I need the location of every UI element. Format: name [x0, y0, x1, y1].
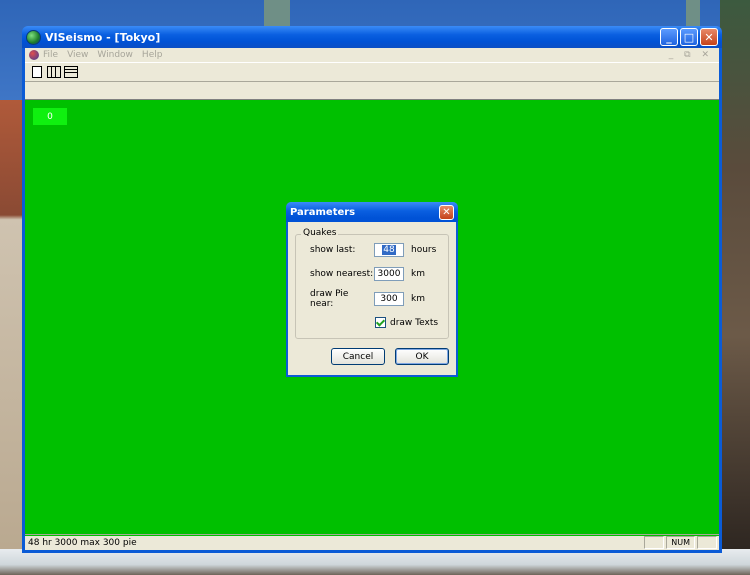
- status-panel-empty: [644, 536, 665, 549]
- show-nearest-input[interactable]: 3000: [374, 267, 404, 281]
- parameters-dialog: Parameters ✕ Quakes show last: 48 hours …: [286, 202, 458, 377]
- show-nearest-label: show nearest:: [310, 269, 374, 279]
- background-tower-right: [686, 0, 700, 26]
- globe-icon[interactable]: [26, 29, 41, 45]
- background-tower: [264, 0, 290, 26]
- new-document-icon: [32, 66, 42, 78]
- draw-texts-checkbox[interactable]: [375, 317, 386, 328]
- draw-pie-input[interactable]: 300: [374, 292, 404, 306]
- maximize-button[interactable]: □: [680, 28, 698, 46]
- minimize-button[interactable]: _: [660, 28, 678, 46]
- new-document-button[interactable]: [29, 64, 45, 80]
- menu-file[interactable]: File: [43, 50, 58, 60]
- dialog-title-bar[interactable]: Parameters ✕: [286, 202, 458, 222]
- close-button[interactable]: ✕: [700, 28, 718, 46]
- rows-view-button[interactable]: [63, 64, 79, 80]
- cancel-button[interactable]: Cancel: [331, 348, 385, 365]
- show-nearest-row: show nearest: 3000 km: [310, 267, 425, 281]
- status-panel-scroll: [697, 536, 717, 549]
- background-building-right: [720, 0, 750, 560]
- title-bar[interactable]: VISeismo - [Tokyo] _ □ ✕: [22, 26, 722, 48]
- show-nearest-unit: km: [411, 269, 425, 279]
- show-last-input[interactable]: 48: [374, 243, 404, 257]
- draw-pie-row: draw Pie near: 300 km: [310, 289, 425, 309]
- mdi-controls[interactable]: _ ⧉ ✕: [669, 50, 713, 60]
- menu-window[interactable]: Window: [97, 50, 133, 60]
- ok-button[interactable]: OK: [395, 348, 449, 365]
- window-title: VISeismo - [Tokyo]: [45, 30, 161, 44]
- draw-texts-label: draw Texts: [390, 317, 439, 328]
- rows-icon: [64, 66, 78, 78]
- columns-icon: [47, 66, 61, 78]
- menu-view[interactable]: View: [67, 50, 88, 60]
- dialog-body: Quakes show last: 48 hours show nearest:…: [288, 222, 456, 375]
- show-last-value: 48: [382, 245, 396, 255]
- draw-pie-unit: km: [411, 294, 425, 304]
- dialog-close-button[interactable]: ✕: [439, 204, 454, 220]
- show-last-unit: hours: [411, 245, 437, 255]
- dialog-title: Parameters: [290, 206, 356, 218]
- columns-view-button[interactable]: [46, 64, 62, 80]
- toolbar: [25, 63, 719, 82]
- num-lock-indicator: NUM: [666, 536, 695, 549]
- draw-texts-checkbox-row[interactable]: draw Texts: [375, 317, 438, 328]
- menu-help[interactable]: Help: [142, 50, 163, 60]
- show-last-row: show last: 48 hours: [310, 243, 436, 257]
- document-icon[interactable]: [29, 50, 39, 60]
- draw-pie-label: draw Pie near:: [310, 289, 349, 309]
- status-text: 48 hr 3000 max 300 pie: [28, 537, 137, 548]
- group-label: Quakes: [301, 228, 339, 238]
- menu-bar: File View Window Help _ ⧉ ✕: [25, 48, 719, 63]
- show-last-label: show last:: [310, 245, 356, 255]
- quake-counter: 0: [33, 108, 67, 125]
- status-bar: 48 hr 3000 max 300 pie NUM: [25, 534, 719, 550]
- quakes-group: Quakes show last: 48 hours show nearest:…: [295, 228, 449, 339]
